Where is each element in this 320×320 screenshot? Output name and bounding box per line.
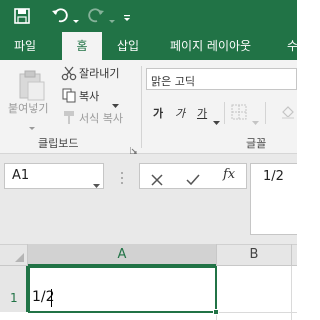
copy-dropdown-icon[interactable] — [112, 94, 119, 108]
select-all-corner[interactable] — [0, 244, 28, 266]
formula-bar-grip-icon[interactable] — [120, 170, 124, 184]
column-header-a[interactable]: A — [28, 244, 216, 266]
name-box-dropdown-icon[interactable] — [93, 174, 100, 188]
column-divider — [291, 244, 292, 266]
font-separator — [224, 102, 225, 124]
paste-icon[interactable] — [14, 68, 48, 102]
cancel-icon[interactable] — [151, 171, 163, 186]
scissors-icon[interactable] — [61, 65, 77, 81]
bold-button[interactable]: 가 — [153, 105, 163, 121]
underline-button[interactable]: 가 — [197, 105, 207, 121]
tab-page-layout[interactable]: 페이지 레이아웃 — [170, 32, 270, 60]
font-separator — [265, 102, 266, 124]
formula-buttons: fx — [139, 163, 247, 189]
row-header-1[interactable]: 1 — [0, 266, 28, 312]
formula-input-value: 1/2 — [263, 169, 284, 184]
undo-dropdown-icon[interactable] — [72, 11, 80, 23]
redo-dropdown-icon[interactable] — [108, 11, 116, 23]
borders-icon[interactable] — [231, 104, 247, 120]
undo-icon[interactable] — [50, 5, 70, 25]
copy-button[interactable]: 복사 — [79, 88, 99, 104]
group-separator — [141, 66, 142, 148]
name-box-value: A1 — [12, 168, 30, 183]
cell-a1[interactable]: 1/2 — [28, 266, 217, 313]
borders-dropdown-icon[interactable] — [252, 111, 259, 125]
clipboard-dialog-launcher-icon[interactable] — [129, 139, 137, 155]
tab-formulas[interactable]: 수 — [287, 32, 299, 60]
italic-button[interactable]: 가 — [175, 105, 185, 121]
redo-icon[interactable] — [86, 5, 106, 25]
tab-file[interactable]: 파일 — [14, 32, 44, 60]
title-bar — [0, 0, 297, 32]
paste-button-label[interactable]: 붙여넣기 — [8, 100, 48, 116]
tab-home[interactable]: 홈 — [62, 32, 102, 60]
copy-icon[interactable] — [61, 87, 77, 103]
save-icon[interactable] — [12, 6, 32, 26]
column-header-b[interactable]: B — [216, 244, 291, 266]
fill-color-icon[interactable] — [280, 104, 296, 120]
enter-checkmark-icon[interactable] — [186, 171, 200, 186]
font-name-combo[interactable]: 맑은 고딕 — [146, 68, 297, 90]
row-header-label: 1 — [10, 291, 18, 305]
font-group-label: 글꼴 — [246, 137, 267, 150]
format-painter-icon[interactable] — [61, 110, 77, 126]
text-cursor — [51, 289, 52, 307]
underline-dropdown-icon[interactable] — [213, 111, 220, 125]
insert-function-icon[interactable]: fx — [223, 167, 235, 182]
tab-insert[interactable]: 삽입 — [117, 32, 147, 60]
ribbon-tab-row: 파일 홈 삽입 페이지 레이아웃 수 — [0, 32, 299, 60]
paste-dropdown-icon[interactable] — [28, 117, 36, 130]
customize-toolbar-icon[interactable] — [122, 9, 132, 21]
name-box[interactable]: A1 — [4, 163, 104, 189]
cut-button[interactable]: 잘라내기 — [79, 65, 119, 81]
fill-handle[interactable] — [213, 309, 219, 315]
ribbon: 붙여넣기 잘라내기 복사 서식 복사 클립보드 맑은 고딕 가 가 가 글꼴 — [0, 60, 297, 155]
clipboard-group-label: 클립보드 — [38, 137, 79, 150]
format-painter-button[interactable]: 서식 복사 — [79, 110, 123, 126]
formula-input[interactable]: 1/2 — [250, 163, 297, 235]
font-name-value: 맑은 고딕 — [151, 75, 195, 88]
